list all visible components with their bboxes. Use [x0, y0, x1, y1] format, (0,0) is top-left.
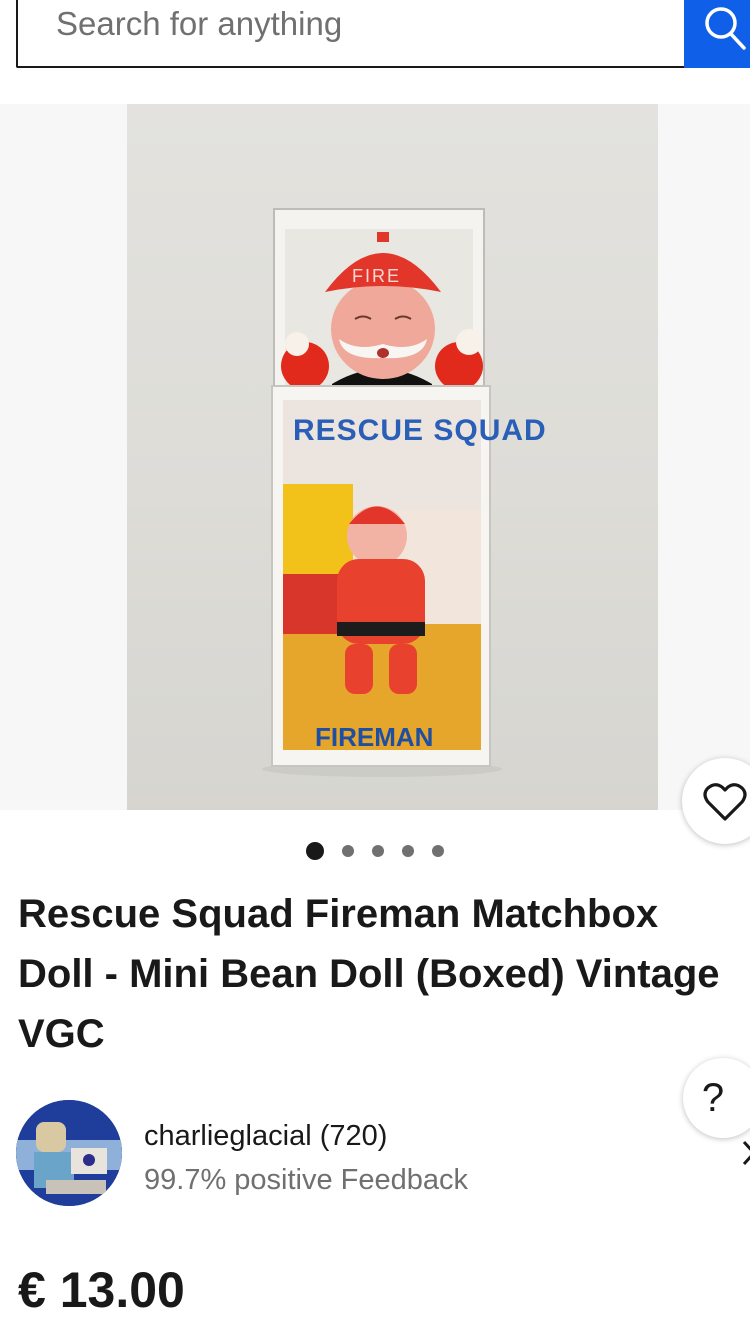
heart-icon	[703, 783, 747, 821]
box-title: RESCUE SQUAD	[293, 414, 547, 447]
gallery-pagination[interactable]	[0, 842, 750, 866]
matchbox-doll-image: FIRE RESCUE SQUAD FIREMAN	[262, 208, 547, 777]
pagination-dot[interactable]	[432, 845, 444, 857]
helmet-text: FIRE	[352, 266, 401, 286]
seller-feedback: 99.7% positive Feedback	[144, 1164, 469, 1196]
pagination-dot[interactable]	[342, 845, 354, 857]
header-search-bar: Search for anything	[0, 0, 750, 104]
seller-name[interactable]: charlieglacial (720)	[144, 1118, 387, 1154]
pagination-dot[interactable]	[372, 845, 384, 857]
product-photo[interactable]: FIRE RESCUE SQUAD FIREMAN	[127, 104, 658, 810]
search-icon	[705, 7, 746, 50]
listing-title: Rescue Squad Fireman Matchbox Doll - Min…	[18, 892, 720, 1056]
search-button[interactable]	[684, 0, 750, 68]
pagination-dot[interactable]	[402, 845, 414, 857]
chevron-right-icon[interactable]	[742, 1138, 750, 1168]
seller-info[interactable]: charlieglacial (720) 99.7% positive Feed…	[16, 1100, 750, 1208]
pagination-dot-active[interactable]	[306, 842, 324, 860]
search-placeholder: Search for anything	[56, 5, 343, 42]
avatar-image	[16, 1100, 122, 1206]
search-input[interactable]: Search for anything	[16, 0, 686, 68]
seller-avatar[interactable]	[16, 1100, 122, 1206]
listing-price: € 13.00	[18, 1262, 185, 1318]
image-gallery[interactable]: FIRE RESCUE SQUAD FIREMAN	[0, 104, 750, 810]
box-subtitle: FIREMAN	[315, 722, 433, 752]
